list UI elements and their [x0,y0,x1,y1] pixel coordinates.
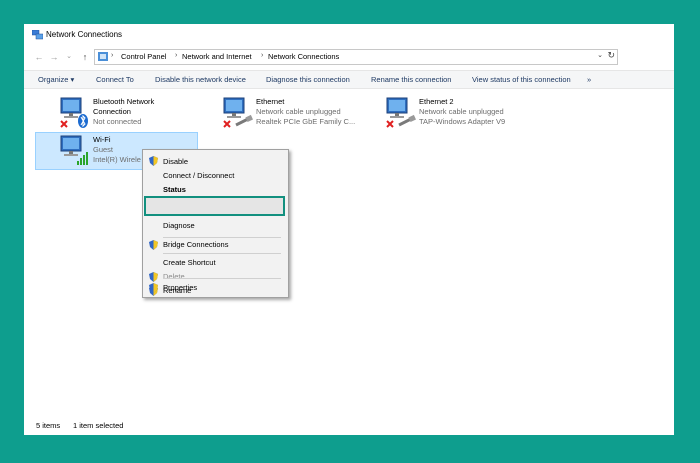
title-bar: Network Connections [24,24,674,46]
connection-name: Bluetooth Network [93,97,155,106]
diagnose-connection-button[interactable]: Diagnose this connection [266,75,350,84]
breadcrumb-separator: › [111,52,114,59]
ethernet-icon [223,97,253,128]
connection-adapter: Intel(R) Wirele [93,155,141,164]
selection-count: 1 item selected [73,421,124,430]
back-arrow-icon[interactable]: ← [34,52,44,62]
breadcrumb-separator: › [175,52,178,59]
bluetooth-network-icon [60,97,88,128]
connection-item-ethernet[interactable]: Ethernet Network cable unplugged Realtek… [222,97,382,129]
connection-name: Ethernet 2 [419,97,454,106]
disable-device-button[interactable]: Disable this network device [155,75,246,84]
menu-separator [163,253,281,254]
menu-item-connect-disconnect[interactable]: Connect / Disconnect [163,171,234,180]
connection-name: Ethernet [256,97,285,106]
control-panel-icon [98,52,108,61]
organize-button[interactable]: Organize ▾ [38,75,74,84]
item-count: 5 items [36,421,61,430]
menu-item-delete[interactable]: Delete [163,272,185,281]
window-title: Network Connections [46,30,123,39]
connection-status: Guest [93,145,114,154]
menu-item-diagnose[interactable]: Diagnose [163,221,195,230]
forward-arrow-icon[interactable]: → [49,52,59,62]
recent-dropdown-icon[interactable]: ⌄ [64,52,74,62]
menu-item-disable[interactable]: Disable [163,157,188,166]
menu-item-bridge-connections[interactable]: Bridge Connections [163,240,228,249]
refresh-icon[interactable]: ↻ [607,50,615,61]
view-status-button[interactable]: View status of this connection [472,75,571,84]
address-bar[interactable]: › Control Panel › Network and Internet ›… [94,49,618,65]
connection-name-line2: Connection [93,107,131,116]
breadcrumb-control-panel[interactable]: Control Panel [121,52,166,61]
up-arrow-icon[interactable]: ↑ [80,52,90,62]
connection-adapter: TAP-Windows Adapter V9 [419,117,506,126]
wifi-network-icon [60,135,88,165]
breadcrumb-network-and-internet[interactable]: Network and Internet [182,52,252,61]
connection-adapter: Realtek PCIe GbE Family C... [256,117,356,126]
shield-icon [149,283,158,293]
menu-item-properties[interactable]: Properties [163,283,197,292]
menu-separator [163,278,281,279]
command-bar: Organize ▾ Connect To Disable this netwo… [24,70,674,89]
rename-connection-button[interactable]: Rename this connection [371,75,451,84]
menu-item-status[interactable]: Status [163,185,186,194]
connection-status: Network cable unplugged [256,107,341,116]
connection-status: Not connected [93,117,142,126]
menu-item-create-shortcut[interactable]: Create Shortcut [163,258,216,267]
more-commands-button[interactable]: » [587,75,591,84]
connect-to-button[interactable]: Connect To [96,75,134,84]
connection-name: Wi-Fi [93,135,111,144]
connection-item-ethernet-2[interactable]: Ethernet 2 Network cable unplugged TAP-W… [385,97,545,129]
shield-icon [149,156,158,166]
address-row: ← → ⌄ ↑ › Control Panel › Network and In… [24,48,674,66]
menu-separator [163,237,281,238]
network-connections-window: Network Connections ← → ⌄ ↑ › Control Pa… [24,24,674,435]
shield-icon [149,240,158,250]
network-connections-icon [32,30,43,40]
diagnose-highlight-box [144,196,285,216]
breadcrumb-separator: › [261,52,264,59]
breadcrumb-network-connections[interactable]: Network Connections [268,52,339,61]
status-bar: 5 items 1 item selected [24,418,674,435]
ethernet-icon [386,97,416,128]
connection-status: Network cable unplugged [419,107,504,116]
context-menu: Disable Connect / Disconnect Status Diag… [142,149,289,298]
shield-icon [149,272,158,282]
connection-item-bluetooth[interactable]: Bluetooth Network Connection Not connect… [59,97,219,129]
address-dropdown-icon[interactable]: ⌄ [597,51,603,59]
